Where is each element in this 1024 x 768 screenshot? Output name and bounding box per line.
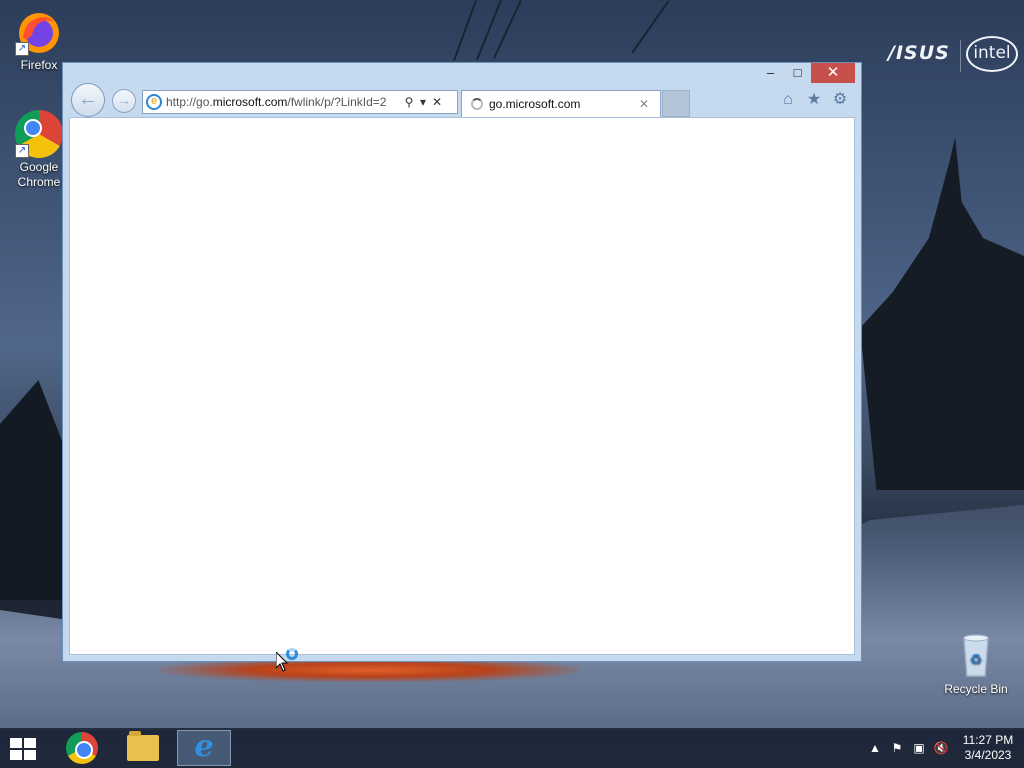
- wallpaper-power-line: [631, 0, 670, 54]
- url-suffix: /fwlink/p/?LinkId=2: [287, 95, 387, 109]
- dropdown-arrow-icon[interactable]: ▾: [416, 95, 430, 109]
- url-domain: microsoft.com: [212, 95, 288, 109]
- action-center-flag-icon[interactable]: ⚑: [886, 741, 908, 755]
- firefox-icon: ↗: [15, 8, 63, 56]
- back-button[interactable]: ←: [71, 83, 105, 117]
- shortcut-arrow-icon: ↗: [15, 42, 29, 56]
- new-tab-button[interactable]: [662, 90, 690, 117]
- page-content[interactable]: [69, 117, 855, 655]
- url-text[interactable]: http://go.microsoft.com/fwlink/p/?LinkId…: [166, 95, 402, 109]
- volume-muted-icon[interactable]: 🔇: [930, 741, 952, 755]
- loading-spinner-icon: [471, 98, 483, 110]
- svg-text:♻: ♻: [970, 651, 983, 667]
- shortcut-arrow-icon: ↗: [15, 144, 29, 158]
- taskbar-chrome[interactable]: [55, 730, 109, 766]
- folder-icon: [127, 731, 159, 761]
- address-bar[interactable]: e http://go.microsoft.com/fwlink/p/?Link…: [142, 90, 458, 114]
- wallpaper-mountain: [860, 137, 1024, 490]
- chrome-icon: ↗: [15, 110, 63, 158]
- search-icon[interactable]: ⚲: [402, 95, 416, 109]
- url-prefix: http://go.: [166, 95, 213, 109]
- tab-close-icon[interactable]: ✕: [639, 97, 649, 111]
- ie-page-icon: e: [146, 94, 162, 110]
- windows-logo-icon: [24, 750, 36, 760]
- taskbar-internet-explorer[interactable]: e: [177, 730, 231, 766]
- favorites-star-icon[interactable]: ★: [805, 91, 823, 109]
- show-hidden-icons-icon[interactable]: ▲: [864, 741, 886, 755]
- taskbar: e ▲ ⚑ ▣ 🔇 11:27 PM 3/4/2023: [0, 728, 1024, 768]
- home-icon[interactable]: ⌂: [779, 91, 797, 109]
- internet-explorer-icon: e: [194, 729, 214, 764]
- start-button[interactable]: [10, 738, 38, 760]
- taskbar-file-explorer[interactable]: [116, 730, 170, 766]
- desktop-icon-label: Recycle Bin: [944, 682, 1008, 696]
- system-tray: ▲ ⚑ ▣ 🔇 11:27 PM 3/4/2023: [864, 728, 1024, 768]
- busy-indicator-icon: [286, 648, 298, 660]
- chrome-icon: [66, 732, 98, 764]
- clock[interactable]: 11:27 PM 3/4/2023: [952, 733, 1024, 763]
- windows-logo-icon: [24, 738, 36, 748]
- clock-date: 3/4/2023: [964, 748, 1012, 762]
- settings-gear-icon[interactable]: ⚙: [831, 91, 849, 109]
- windows-logo-icon: [10, 750, 22, 760]
- arrow-right-icon: →: [117, 92, 131, 108]
- window-controls: – □ ✕: [757, 63, 855, 83]
- intel-logo: intel: [966, 36, 1018, 72]
- arrow-left-icon: ←: [78, 88, 98, 110]
- network-icon[interactable]: ▣: [908, 741, 930, 755]
- clock-time: 11:27 PM: [962, 733, 1014, 747]
- logo-separator: [960, 40, 961, 72]
- close-button[interactable]: ✕: [811, 63, 855, 83]
- wallpaper-rock: [0, 380, 64, 600]
- maximize-button[interactable]: □: [784, 63, 811, 83]
- browser-window: – □ ✕ ← → e http://go.microsoft.com/fwli…: [62, 62, 862, 662]
- windows-logo-icon: [10, 738, 22, 748]
- forward-button[interactable]: →: [112, 89, 136, 113]
- wallpaper-power-line: [453, 0, 477, 61]
- recycle-bin-icon: ♻: [952, 632, 1000, 680]
- stop-icon[interactable]: ✕: [430, 95, 444, 109]
- tab-title: go.microsoft.com: [489, 97, 581, 111]
- asus-logo: /ISUS: [888, 42, 950, 64]
- desktop-icon-recycle-bin[interactable]: ♻ Recycle Bin: [940, 632, 1012, 697]
- minimize-button[interactable]: –: [757, 63, 784, 83]
- browser-toolbar: ⌂ ★ ⚙: [779, 91, 849, 109]
- tab-go-microsoft[interactable]: go.microsoft.com ✕: [461, 90, 661, 117]
